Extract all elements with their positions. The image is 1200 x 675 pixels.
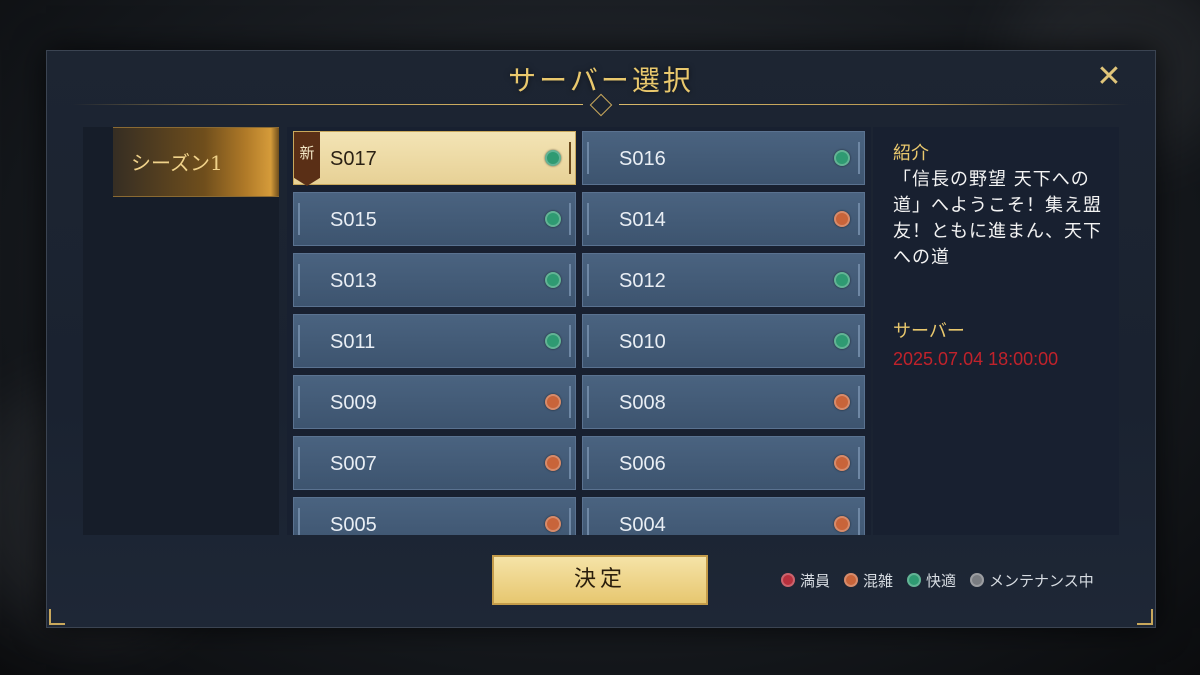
server-grid: 新 S017 S016 S015 S014 S013 S012 S011 S010 S009 S00… [293,131,865,535]
server-name: S013 [330,270,377,292]
corner-ornament-bottom-right [1137,609,1153,625]
legend-label: 快適 [926,571,957,590]
server-status-icon [545,394,561,410]
confirm-button[interactable]: 決定 [492,555,708,605]
server-name: S016 [619,148,666,170]
server-button-s007[interactable]: S007 [293,436,576,490]
server-name: S007 [330,453,377,475]
server-button-s010[interactable]: S010 [582,314,865,368]
legend-item: 混雑 [844,569,893,591]
server-name: S015 [330,209,377,231]
legend-label: 満員 [800,571,831,590]
season-tab-1[interactable]: シーズン1 [113,127,279,197]
corner-ornament-bottom-left [49,609,65,625]
server-status-icon [545,516,561,532]
legend-label: メンテナンス中 [989,571,1094,590]
server-button-s004[interactable]: S004 [582,497,865,535]
server-button-s015[interactable]: S015 [293,192,576,246]
server-name: S017 [330,148,377,170]
server-status-icon [834,333,850,349]
server-name: S005 [330,514,377,535]
server-button-s012[interactable]: S012 [582,253,865,307]
legend-item: 快適 [907,569,956,591]
server-button-s013[interactable]: S013 [293,253,576,307]
server-status-icon [834,150,850,166]
legend-label: 混雑 [863,571,894,590]
server-select-dialog: サーバー選択 ✕ シーズン1 新 S017 S016 S015 S014 S013 S012… [46,50,1156,628]
close-button[interactable]: ✕ [1093,61,1125,93]
server-status-icon [545,211,561,227]
server-status-icon [545,455,561,471]
server-name: S012 [619,270,666,292]
server-button-s008[interactable]: S008 [582,375,865,429]
server-open-date: 2025.07.04 18:00:00 [893,349,1059,369]
legend-status-icon [781,573,795,587]
server-button-s006[interactable]: S006 [582,436,865,490]
title-divider-left [73,104,583,105]
server-button-s011[interactable]: S011 [293,314,576,368]
server-name: S009 [330,392,377,414]
server-status-icon [834,516,850,532]
server-button-s016[interactable]: S016 [582,131,865,185]
legend-status-icon [844,573,859,587]
server-status-icon [545,272,561,288]
legend-item: メンテナンス中 [970,569,1094,591]
title-divider-right [619,104,1129,105]
new-badge: 新 [294,132,320,186]
server-name: S006 [619,453,666,475]
server-status-icon [834,394,850,410]
server-status-icon [545,150,561,166]
server-name: S010 [619,331,666,353]
server-heading: サーバー [893,321,965,342]
intro-heading: 紹介 [893,143,929,164]
server-name: S014 [619,209,666,231]
server-list[interactable]: 新 S017 S016 S015 S014 S013 S012 S011 S010 S009 S00… [287,127,871,535]
server-status-icon [545,333,561,349]
status-legend: 満員 混雑 快適 メンテナンス中 [781,569,1094,591]
server-status-icon [834,455,850,471]
intro-text: 「信長の野望 天下への道」へようこそ！集え盟友！ともに進まん、天下への道 [893,169,1102,268]
legend-status-icon [907,573,922,587]
server-button-s009[interactable]: S009 [293,375,576,429]
server-button-s017[interactable]: 新 S017 [293,131,576,186]
server-status-icon [834,211,850,227]
server-status-icon [834,272,850,288]
legend-item: 満員 [781,569,830,591]
server-info-panel: 紹介 「信長の野望 天下への道」へようこそ！集え盟友！ともに進まん、天下への道 … [873,127,1119,535]
server-name: S008 [619,392,666,414]
server-name: S004 [619,514,666,535]
server-name: S011 [330,331,376,353]
server-button-s014[interactable]: S014 [582,192,865,246]
legend-status-icon [970,573,985,587]
season-list: シーズン1 [83,127,279,535]
close-x-icon: ✕ [1096,59,1122,94]
server-button-s005[interactable]: S005 [293,497,576,535]
